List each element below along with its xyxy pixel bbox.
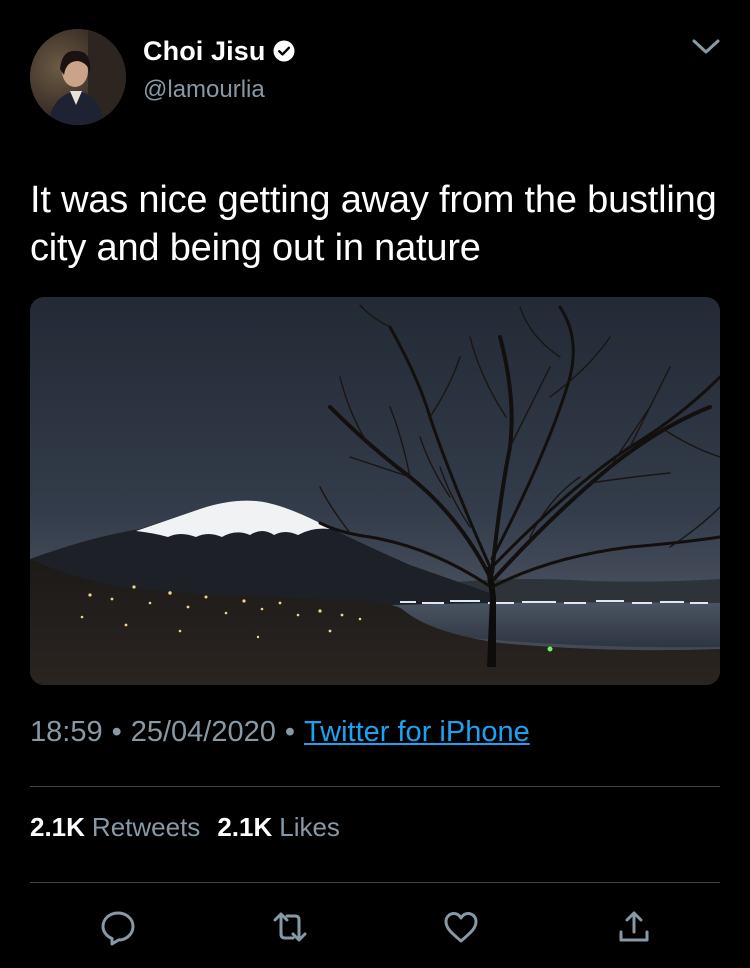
meta-separator: • xyxy=(284,716,296,748)
retweets-label: Retweets xyxy=(91,812,201,842)
divider xyxy=(30,786,720,787)
author-name-row[interactable]: Choi Jisu xyxy=(143,34,295,68)
share-icon[interactable] xyxy=(614,907,654,947)
likes-count: 2.1K xyxy=(217,812,273,842)
tweet-meta: 18:59 • 25/04/2020 • Twitter for iPhone xyxy=(30,716,530,749)
tweet-photo[interactable] xyxy=(30,297,720,685)
username-handle[interactable]: @lamourlia xyxy=(143,76,265,104)
like-icon[interactable] xyxy=(441,907,481,947)
tweet-detail-page: Choi Jisu @lamourlia It was nice getting… xyxy=(0,0,750,968)
tweet-text: It was nice getting away from the bustli… xyxy=(30,179,717,269)
chevron-down-icon[interactable] xyxy=(688,32,724,60)
retweets-count: 2.1K xyxy=(30,812,85,842)
likes-stat[interactable]: 2.1K Likes xyxy=(217,812,340,843)
reply-icon[interactable] xyxy=(98,907,138,947)
display-name[interactable]: Choi Jisu xyxy=(143,36,265,67)
divider xyxy=(30,882,720,883)
engagement-stats: 2.1K Retweets 2.1K Likes xyxy=(30,812,357,843)
tweet-time: 18:59 xyxy=(30,716,103,748)
meta-separator: • xyxy=(111,716,122,748)
source-link[interactable]: Twitter for iPhone xyxy=(304,716,530,749)
retweets-stat[interactable]: 2.1K Retweets xyxy=(30,812,200,843)
avatar-photo xyxy=(30,29,126,125)
retweet-icon[interactable] xyxy=(270,907,310,947)
likes-label: Likes xyxy=(279,812,340,842)
avatar[interactable] xyxy=(30,29,126,125)
verified-badge-icon xyxy=(273,40,295,62)
tweet-date: 25/04/2020 xyxy=(130,716,276,748)
